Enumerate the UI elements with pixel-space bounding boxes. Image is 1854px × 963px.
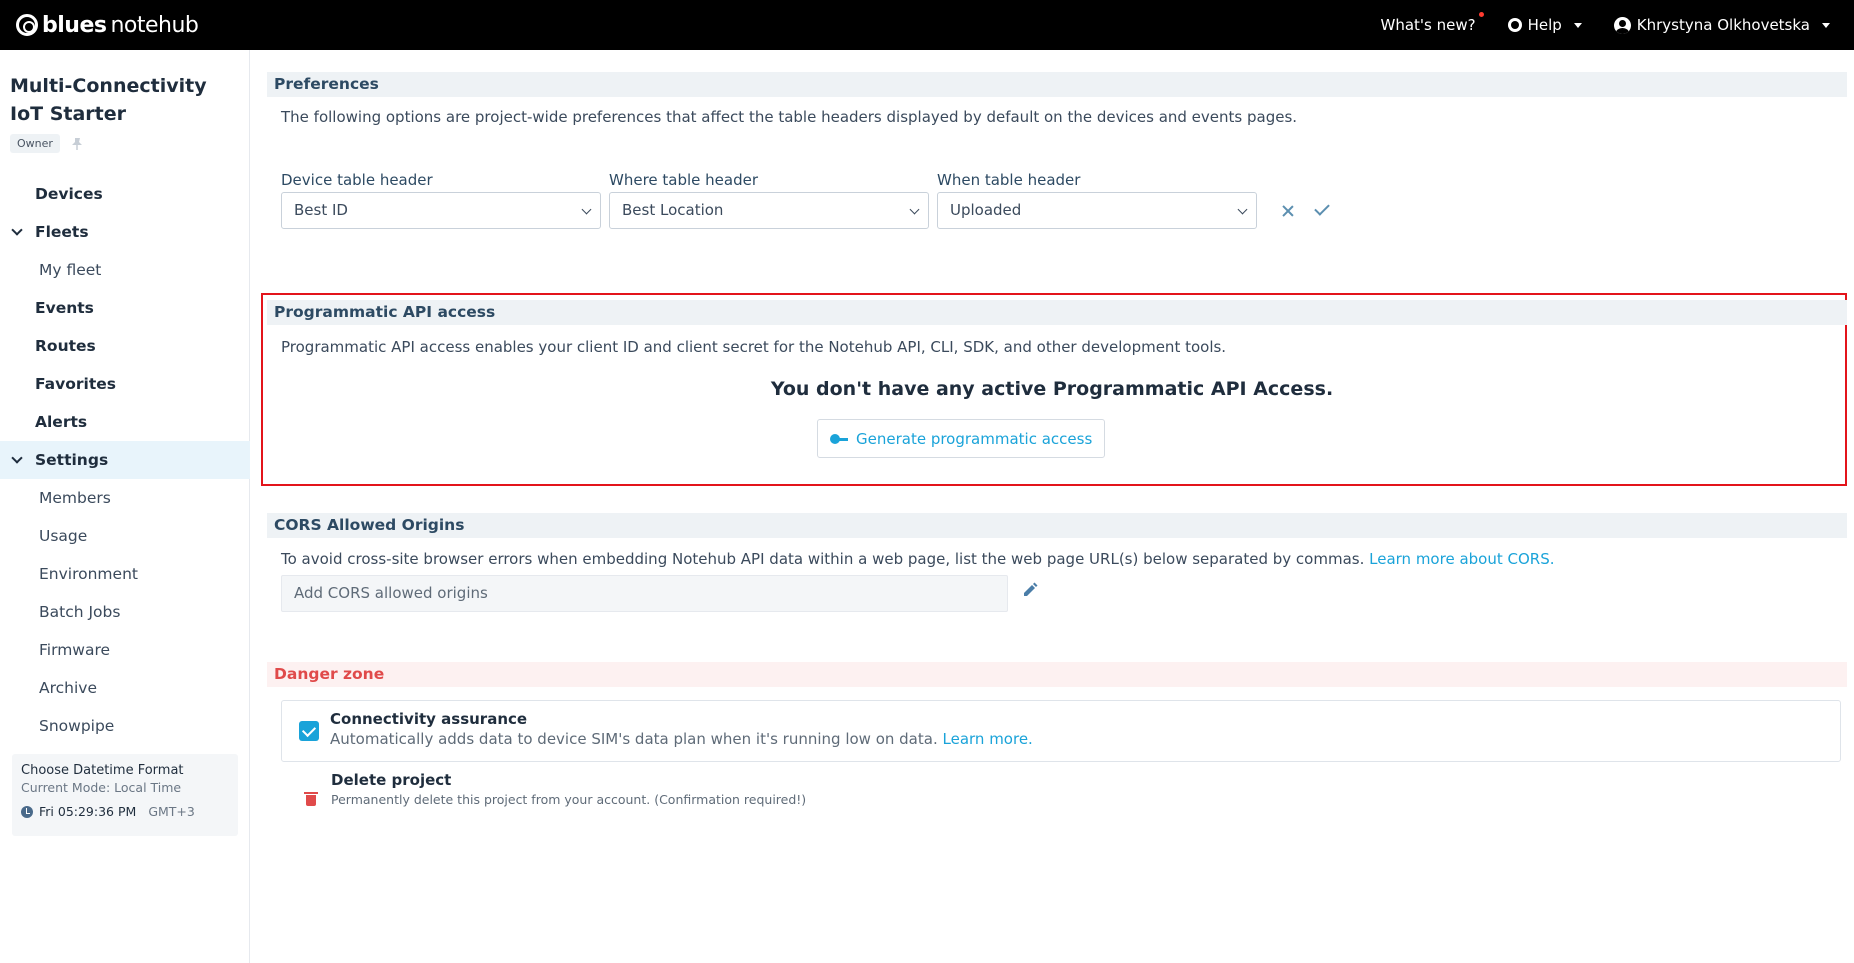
- when-header-select[interactable]: Uploaded: [937, 192, 1257, 229]
- sidebar-item-label: Favorites: [35, 375, 116, 393]
- datetime-title: Choose Datetime Format: [21, 763, 184, 778]
- cors-description: To avoid cross-site browser errors when …: [281, 550, 1365, 568]
- sidebar-item-batch-jobs[interactable]: Batch Jobs: [0, 593, 250, 631]
- pin-icon[interactable]: [70, 137, 84, 151]
- sidebar-item-label: Events: [35, 299, 94, 317]
- sidebar-item-label: Batch Jobs: [39, 603, 121, 621]
- timezone: GMT+3: [148, 804, 195, 819]
- user-name: Khrystyna Olkhovetska: [1636, 16, 1810, 34]
- top-navbar: blues notehub What's new? Help Khrystyna…: [0, 0, 1854, 50]
- cors-header: CORS Allowed Origins: [267, 513, 1847, 538]
- connectivity-assurance-checkbox[interactable]: [299, 721, 319, 741]
- sidebar-item-fleets[interactable]: Fleets: [0, 213, 250, 251]
- current-time: Fri 05:29:36 PM: [39, 804, 137, 819]
- api-access-description: Programmatic API access enables your cli…: [281, 338, 1227, 356]
- connectivity-assurance-desc-row: Automatically adds data to device SIM's …: [330, 730, 1033, 748]
- help-icon: [1507, 18, 1522, 32]
- where-header-value: Best Location: [622, 201, 724, 219]
- main-content: Preferences The following options are pr…: [250, 50, 1854, 963]
- generate-access-label: Generate programmatic access: [856, 429, 1093, 448]
- sidebar-item-routes[interactable]: Routes: [0, 327, 250, 365]
- sidebar-item-usage[interactable]: Usage: [0, 517, 250, 555]
- sidebar-item-archive[interactable]: Archive: [0, 669, 250, 707]
- blues-logo[interactable]: blues notehub: [16, 10, 199, 40]
- help-label: Help: [1527, 16, 1562, 34]
- sidebar-item-label: Usage: [39, 527, 88, 545]
- where-header-select[interactable]: Best Location: [609, 192, 929, 229]
- user-menu[interactable]: Khrystyna Olkhovetska: [1613, 16, 1830, 34]
- key-icon: [830, 433, 848, 444]
- clock-icon: [21, 805, 33, 818]
- confirm-icon[interactable]: [1314, 200, 1330, 216]
- connectivity-assurance-card: Connectivity assurance Automatically add…: [281, 700, 1841, 762]
- sidebar-item-label: Firmware: [39, 641, 111, 659]
- help-menu[interactable]: Help: [1507, 16, 1582, 34]
- api-access-header: Programmatic API access: [267, 300, 1847, 325]
- sidebar-nav: Devices Fleets My fleet Events Routes Fa…: [0, 175, 250, 745]
- sidebar-item-environment[interactable]: Environment: [0, 555, 250, 593]
- cancel-icon[interactable]: [1280, 203, 1296, 219]
- generate-access-button[interactable]: Generate programmatic access: [817, 419, 1106, 458]
- when-header-value: Uploaded: [950, 201, 1022, 219]
- sidebar-item-label: Alerts: [35, 413, 88, 431]
- connectivity-learn-more-link[interactable]: Learn more.: [943, 730, 1033, 748]
- sidebar-item-label: Devices: [35, 185, 103, 203]
- sidebar-item-settings[interactable]: Settings: [0, 441, 250, 479]
- sidebar-item-events[interactable]: Events: [0, 289, 250, 327]
- when-header-label: When table header: [937, 171, 1081, 189]
- sidebar-item-label: Environment: [39, 565, 138, 583]
- caret-down-icon: [1573, 22, 1582, 28]
- preferences-header: Preferences: [267, 72, 1847, 97]
- sidebar-item-label: Snowpipe: [39, 717, 115, 735]
- sidebar-item-devices[interactable]: Devices: [0, 175, 250, 213]
- datetime-format-selector[interactable]: Choose Datetime Format Current Mode: Loc…: [12, 754, 238, 836]
- chevron-down-icon[interactable]: [11, 224, 23, 236]
- danger-zone-header: Danger zone: [267, 662, 1847, 687]
- trash-icon[interactable]: [304, 790, 318, 806]
- connectivity-assurance-desc: Automatically adds data to device SIM's …: [330, 730, 938, 748]
- sidebar-item-my-fleet[interactable]: My fleet: [0, 251, 250, 289]
- preferences-description: The following options are project-wide p…: [281, 108, 1298, 126]
- chevron-down-icon: [909, 204, 920, 215]
- sidebar-item-label: Members: [39, 489, 111, 507]
- connectivity-assurance-title: Connectivity assurance: [330, 710, 528, 728]
- sidebar-item-firmware[interactable]: Firmware: [0, 631, 250, 669]
- cors-origins-input[interactable]: Add CORS allowed origins: [281, 575, 1008, 612]
- caret-down-icon: [1822, 22, 1830, 28]
- sidebar-item-label: Settings: [35, 451, 109, 469]
- delete-project-title[interactable]: Delete project: [331, 771, 451, 789]
- device-header-value: Best ID: [294, 201, 348, 219]
- delete-project-desc: Permanently delete this project from you…: [331, 792, 807, 807]
- where-header-label: Where table header: [609, 171, 759, 189]
- sidebar-item-alerts[interactable]: Alerts: [0, 403, 250, 441]
- datetime-mode: Current Mode: Local Time: [21, 780, 182, 795]
- cors-description-row: To avoid cross-site browser errors when …: [281, 550, 1554, 568]
- sidebar-item-label: Routes: [35, 337, 96, 355]
- cors-learn-more-link[interactable]: Learn more about CORS.: [1369, 550, 1554, 568]
- sidebar: Multi-Connectivity IoT Starter Owner Dev…: [0, 50, 250, 963]
- logo-product: notehub: [110, 12, 199, 38]
- logo-brand: blues: [42, 12, 107, 38]
- sidebar-item-label: Fleets: [35, 223, 89, 241]
- chevron-down-icon: [1237, 204, 1248, 215]
- pencil-icon[interactable]: [1022, 582, 1038, 598]
- owner-badge: Owner: [10, 134, 60, 153]
- notification-dot: [1478, 12, 1484, 17]
- api-access-empty-message: You don't have any active Programmatic A…: [770, 378, 1334, 400]
- chevron-down-icon[interactable]: [11, 452, 23, 464]
- logo-icon: [16, 14, 38, 36]
- sidebar-item-label: Archive: [39, 679, 97, 697]
- device-header-select[interactable]: Best ID: [281, 192, 601, 229]
- sidebar-item-members[interactable]: Members: [0, 479, 250, 517]
- whats-new-label: What's new?: [1380, 16, 1476, 34]
- sidebar-item-label: My fleet: [39, 261, 102, 279]
- project-title: Multi-Connectivity IoT Starter: [10, 75, 207, 125]
- chevron-down-icon: [581, 204, 592, 215]
- sidebar-item-snowpipe[interactable]: Snowpipe: [0, 707, 250, 745]
- whats-new-link[interactable]: What's new?: [1380, 12, 1484, 34]
- device-header-label: Device table header: [281, 171, 433, 189]
- user-icon: [1613, 16, 1631, 34]
- sidebar-item-favorites[interactable]: Favorites: [0, 365, 250, 403]
